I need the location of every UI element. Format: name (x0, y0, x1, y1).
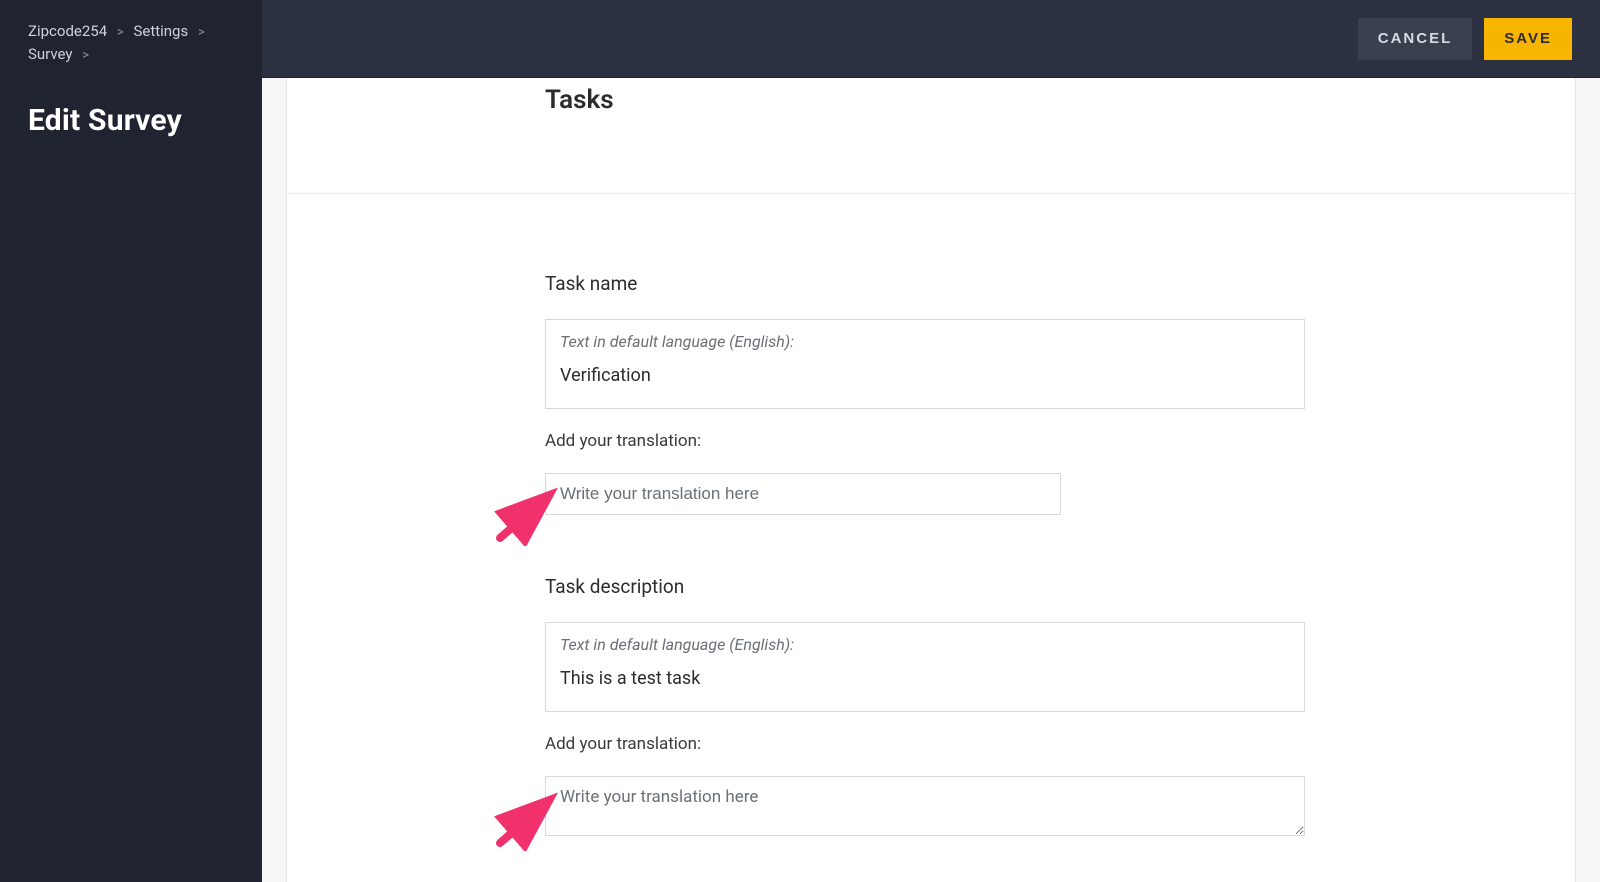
breadcrumb: Zipcode254 > Settings > Survey > (28, 20, 234, 65)
topbar: CANCEL SAVE (262, 0, 1600, 78)
task-description-translation-label: Add your translation: (545, 734, 1575, 754)
breadcrumb-item-zipcode254[interactable]: Zipcode254 (28, 22, 107, 40)
task-name-translation-label: Add your translation: (545, 431, 1575, 451)
task-description-translation-input[interactable] (545, 776, 1305, 836)
breadcrumb-item-settings[interactable]: Settings (133, 22, 188, 40)
tasks-heading: Tasks (545, 85, 1575, 115)
save-button[interactable]: SAVE (1484, 18, 1572, 60)
task-name-default-value: Verification (560, 365, 1290, 386)
chevron-right-icon: > (117, 25, 124, 40)
task-name-translation-input[interactable] (545, 473, 1061, 515)
task-description-default-value: This is a test task (560, 668, 1290, 689)
main-content: Tasks Task name Text in default language… (262, 78, 1600, 882)
task-description-default-language-label: Text in default language (English): (560, 635, 1290, 654)
task-description-section: Task description Text in default languag… (545, 575, 1575, 840)
cancel-button[interactable]: CANCEL (1358, 18, 1473, 60)
task-name-label: Task name (545, 272, 1575, 295)
chevron-right-icon: > (198, 25, 205, 40)
panel-header: Tasks (287, 78, 1575, 194)
sidebar: Zipcode254 > Settings > Survey > Edit Su… (0, 0, 262, 882)
task-name-default-box: Text in default language (English): Veri… (545, 319, 1305, 409)
task-name-default-language-label: Text in default language (English): (560, 332, 1290, 351)
task-name-section: Task name Text in default language (Engl… (545, 272, 1575, 515)
panel-body: Task name Text in default language (Engl… (287, 194, 1575, 840)
task-description-default-box: Text in default language (English): This… (545, 622, 1305, 712)
breadcrumb-item-survey[interactable]: Survey (28, 45, 73, 63)
tasks-panel: Tasks Task name Text in default language… (286, 78, 1576, 882)
page-title: Edit Survey (28, 103, 234, 138)
task-description-label: Task description (545, 575, 1575, 598)
chevron-right-icon: > (82, 48, 89, 63)
